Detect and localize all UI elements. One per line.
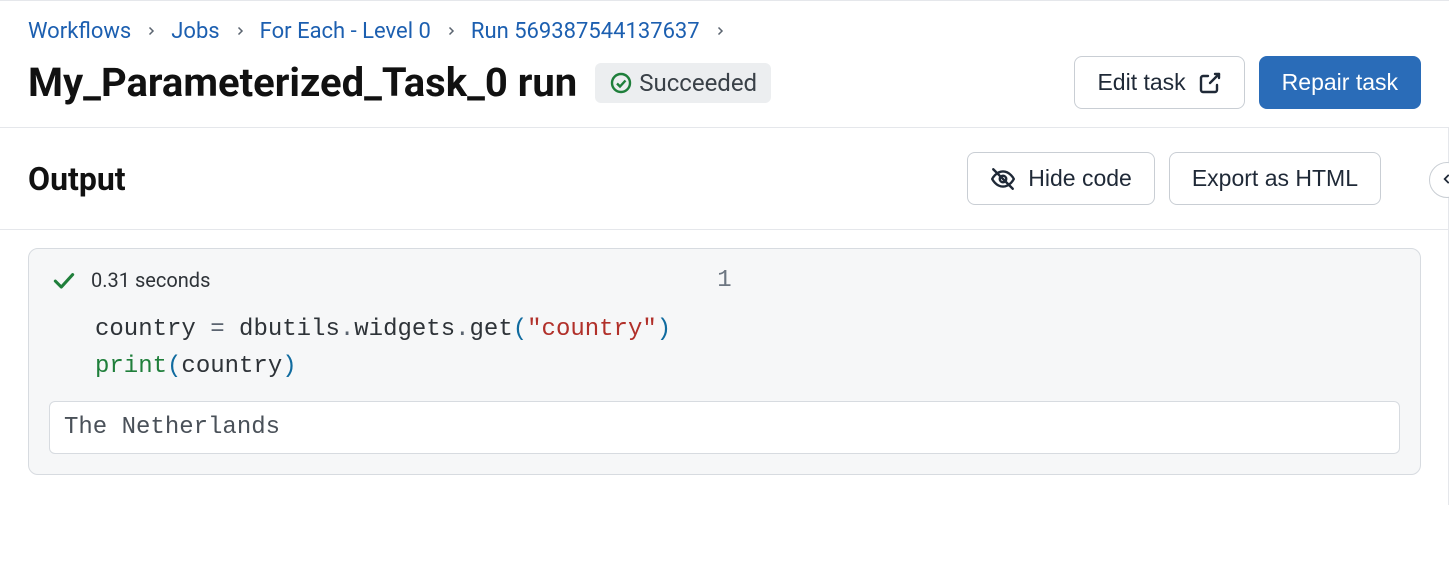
- external-link-icon: [1198, 71, 1222, 95]
- chevron-left-icon: [1440, 171, 1449, 190]
- status-badge: Succeeded: [595, 63, 771, 103]
- cell-header: 0.31 seconds 1: [49, 267, 1400, 293]
- breadcrumb-link-jobs[interactable]: Jobs: [171, 19, 219, 44]
- chevron-right-icon: [714, 21, 726, 42]
- collapse-panel-button[interactable]: [1429, 162, 1449, 198]
- check-icon: [51, 267, 77, 293]
- export-html-label: Export as HTML: [1192, 165, 1358, 192]
- chevron-right-icon: [445, 21, 457, 42]
- cell-execution-count: 1: [717, 267, 731, 294]
- output-section-header: Output Hide code Export as HTML: [0, 128, 1449, 230]
- hide-code-button[interactable]: Hide code: [967, 152, 1155, 205]
- breadcrumb-link-run[interactable]: Run 569387544137637: [471, 19, 700, 44]
- chevron-right-icon: [145, 21, 157, 42]
- edit-task-button[interactable]: Edit task: [1074, 56, 1244, 109]
- cell-output: The Netherlands: [49, 401, 1400, 454]
- breadcrumb-link-foreach[interactable]: For Each - Level 0: [260, 19, 431, 44]
- breadcrumb-link-workflows[interactable]: Workflows: [28, 19, 131, 44]
- chevron-right-icon: [234, 21, 246, 42]
- page-header: Workflows Jobs For Each - Level 0 Run 56…: [0, 1, 1449, 128]
- title-row: My_Parameterized_Task_0 run Succeeded Ed…: [28, 56, 1421, 109]
- status-text: Succeeded: [639, 69, 757, 97]
- page-title: My_Parameterized_Task_0 run: [28, 59, 577, 106]
- hide-code-label: Hide code: [1028, 165, 1132, 192]
- notebook-cell: 0.31 seconds 1 country = dbutils.widgets…: [28, 248, 1421, 475]
- repair-task-label: Repair task: [1282, 69, 1398, 96]
- eye-off-icon: [990, 166, 1016, 192]
- edit-task-label: Edit task: [1097, 69, 1185, 96]
- cell-duration: 0.31 seconds: [91, 268, 210, 292]
- breadcrumb: Workflows Jobs For Each - Level 0 Run 56…: [28, 19, 1421, 44]
- repair-task-button[interactable]: Repair task: [1259, 56, 1421, 109]
- cell-code: country = dbutils.widgets.get("country")…: [49, 311, 1400, 385]
- check-circle-icon: [609, 71, 633, 95]
- output-title: Output: [28, 160, 126, 198]
- export-html-button[interactable]: Export as HTML: [1169, 152, 1381, 205]
- output-content: 0.31 seconds 1 country = dbutils.widgets…: [0, 230, 1449, 505]
